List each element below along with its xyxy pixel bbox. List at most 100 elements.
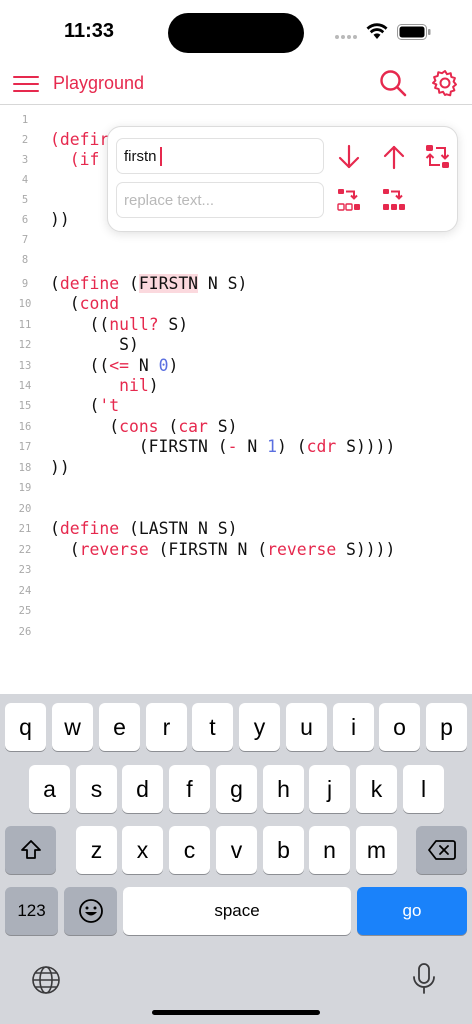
find-next-arrow-down-icon[interactable] <box>335 143 363 171</box>
key-o[interactable]: o <box>379 703 420 751</box>
line-number: 20 <box>18 503 32 515</box>
key-r[interactable]: r <box>146 703 187 751</box>
gear-icon[interactable] <box>430 68 460 98</box>
editor-line: 26 <box>0 622 472 642</box>
code-keyword: reverse <box>79 540 149 559</box>
key-g[interactable]: g <box>216 765 257 813</box>
editor-line: 11 ((null? S) <box>0 315 472 335</box>
search-icon[interactable] <box>378 68 408 98</box>
shift-icon <box>20 840 41 859</box>
emoji-icon <box>78 899 103 923</box>
code-token: N S) <box>198 274 248 293</box>
find-previous-arrow-up-icon[interactable] <box>380 143 408 171</box>
editor-line: 9 (define (FIRSTN N S) <box>0 274 472 294</box>
line-number: 1 <box>21 114 29 126</box>
backspace-icon <box>427 840 456 860</box>
shift-key[interactable] <box>5 826 56 874</box>
code-token: N <box>128 356 159 375</box>
battery-icon <box>397 24 431 40</box>
line-number: 11 <box>18 319 32 331</box>
key-l[interactable]: l <box>403 765 444 813</box>
key-n[interactable]: n <box>309 826 350 874</box>
code-keyword: 't <box>99 396 120 415</box>
toggle-replace-icon[interactable] <box>424 143 452 171</box>
key-f[interactable]: f <box>169 765 210 813</box>
code-keyword: car <box>178 417 208 436</box>
line-number: 26 <box>18 626 32 638</box>
key-t[interactable]: t <box>192 703 233 751</box>
editor-line: 13 ((<= N 0) <box>0 356 472 376</box>
code-token: (( <box>50 315 110 334</box>
code-keyword: cons <box>119 417 159 436</box>
key-x[interactable]: x <box>122 826 163 874</box>
code-token: (( <box>50 356 110 375</box>
status-time: 11:33 <box>64 20 115 42</box>
code-token: ) <box>168 356 179 375</box>
key-i[interactable]: i <box>333 703 374 751</box>
replace-all-icon[interactable] <box>380 187 408 215</box>
editor-line: 10 (cond <box>0 294 472 314</box>
code-keyword: null? <box>109 315 159 334</box>
code-token: ) <box>148 376 159 395</box>
key-z[interactable]: z <box>76 826 117 874</box>
line-number: 3 <box>21 154 29 166</box>
code-token: S) <box>50 335 139 354</box>
code-keyword: <= <box>109 356 129 375</box>
replace-one-icon[interactable] <box>335 187 363 215</box>
key-q[interactable]: q <box>5 703 46 751</box>
code-token: S)))) <box>336 437 396 456</box>
key-w[interactable]: w <box>52 703 93 751</box>
editor-line: 7 <box>0 230 472 250</box>
code-token: ( <box>50 294 80 313</box>
editor-line: 24 <box>0 581 472 601</box>
line-number: 22 <box>18 544 32 556</box>
code-keyword: define <box>59 519 120 538</box>
key-j[interactable]: j <box>309 765 350 813</box>
line-number: 12 <box>18 339 32 351</box>
code-keyword: define <box>59 274 120 293</box>
replace-input[interactable] <box>116 182 324 218</box>
search-match-highlight: FIRSTN <box>138 274 199 293</box>
globe-icon[interactable] <box>31 965 61 995</box>
key-b[interactable]: b <box>263 826 304 874</box>
emoji-key[interactable] <box>64 887 117 935</box>
key-y[interactable]: y <box>239 703 280 751</box>
editor-line: 22 (reverse (FIRSTN N (reverse S)))) <box>0 540 472 560</box>
key-k[interactable]: k <box>356 765 397 813</box>
editor-line: 15 ('t <box>0 396 472 416</box>
line-number: 24 <box>18 585 32 597</box>
code-token: ( <box>119 274 139 293</box>
code-token: )) <box>50 210 70 229</box>
key-a[interactable]: a <box>29 765 70 813</box>
microphone-icon[interactable] <box>411 962 437 996</box>
key-m[interactable]: m <box>356 826 397 874</box>
line-number: 10 <box>18 298 32 310</box>
code-keyword: cond <box>79 294 120 313</box>
code-token: ( <box>50 540 80 559</box>
code-token: (FIRSTN N ( <box>148 540 268 559</box>
editor-line: 14 nil) <box>0 376 472 396</box>
go-key[interactable]: go <box>357 887 467 935</box>
cellular-signal-icon <box>335 35 357 39</box>
wifi-icon <box>366 23 388 39</box>
numbers-key[interactable]: 123 <box>5 887 58 935</box>
key-c[interactable]: c <box>169 826 210 874</box>
menu-icon[interactable] <box>13 74 39 94</box>
delete-key[interactable] <box>416 826 467 874</box>
key-e[interactable]: e <box>99 703 140 751</box>
code-token: ( <box>50 519 60 538</box>
code-token: N <box>237 437 268 456</box>
key-s[interactable]: s <box>76 765 117 813</box>
line-number: 15 <box>18 400 32 412</box>
find-input[interactable] <box>116 138 324 174</box>
space-key[interactable]: space <box>123 887 351 935</box>
line-number: 19 <box>18 482 32 494</box>
key-u[interactable]: u <box>286 703 327 751</box>
key-p[interactable]: p <box>426 703 467 751</box>
key-v[interactable]: v <box>216 826 257 874</box>
key-d[interactable]: d <box>122 765 163 813</box>
line-number: 6 <box>21 214 29 226</box>
key-h[interactable]: h <box>263 765 304 813</box>
status-bar: 11:33 <box>0 0 472 62</box>
